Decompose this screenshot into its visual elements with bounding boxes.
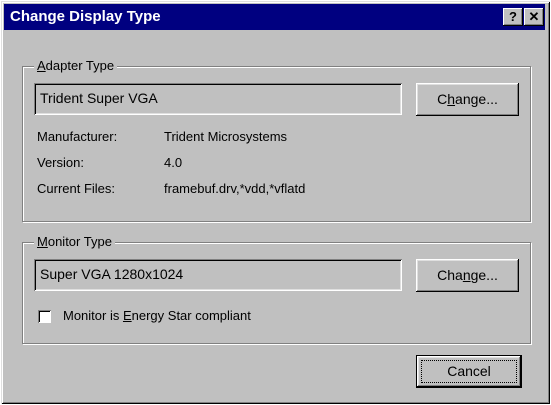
help-button[interactable]: ? — [503, 8, 523, 26]
monitor-type-group — [22, 242, 531, 344]
current-files-value: framebuf.drv,*vdd,*vflatd — [164, 181, 306, 196]
current-files-label: Current Files: — [37, 181, 116, 196]
window-title: Change Display Type — [10, 8, 161, 25]
monitor-type-legend: Monitor Type — [34, 234, 115, 249]
title-bar[interactable]: Change Display Type ? ✕ — [4, 4, 545, 30]
version-label: Version: — [37, 155, 84, 170]
energy-star-label[interactable]: Monitor is Energy Star compliant — [63, 308, 251, 323]
cancel-button[interactable]: Cancel — [416, 355, 522, 388]
manufacturer-value: Trident Microsystems — [164, 129, 288, 144]
adapter-type-value: Trident Super VGA — [40, 90, 158, 106]
manufacturer-label: Manufacturer: — [37, 129, 118, 144]
cancel-focus-rect — [421, 360, 517, 383]
adapter-type-field: Trident Super VGA — [34, 83, 402, 115]
adapter-type-legend: Adapter Type — [34, 58, 118, 73]
change-display-type-dialog: Change Display Type ? ✕ Adapter Type Tri… — [1, 1, 550, 404]
monitor-type-field: Super VGA 1280x1024 — [34, 259, 402, 291]
energy-star-checkbox[interactable] — [38, 310, 51, 323]
monitor-change-button[interactable]: Change... — [416, 259, 519, 292]
adapter-change-button[interactable]: Change... — [416, 83, 519, 116]
version-value: 4.0 — [164, 155, 183, 170]
close-button[interactable]: ✕ — [524, 8, 544, 26]
monitor-type-value: Super VGA 1280x1024 — [40, 266, 184, 282]
